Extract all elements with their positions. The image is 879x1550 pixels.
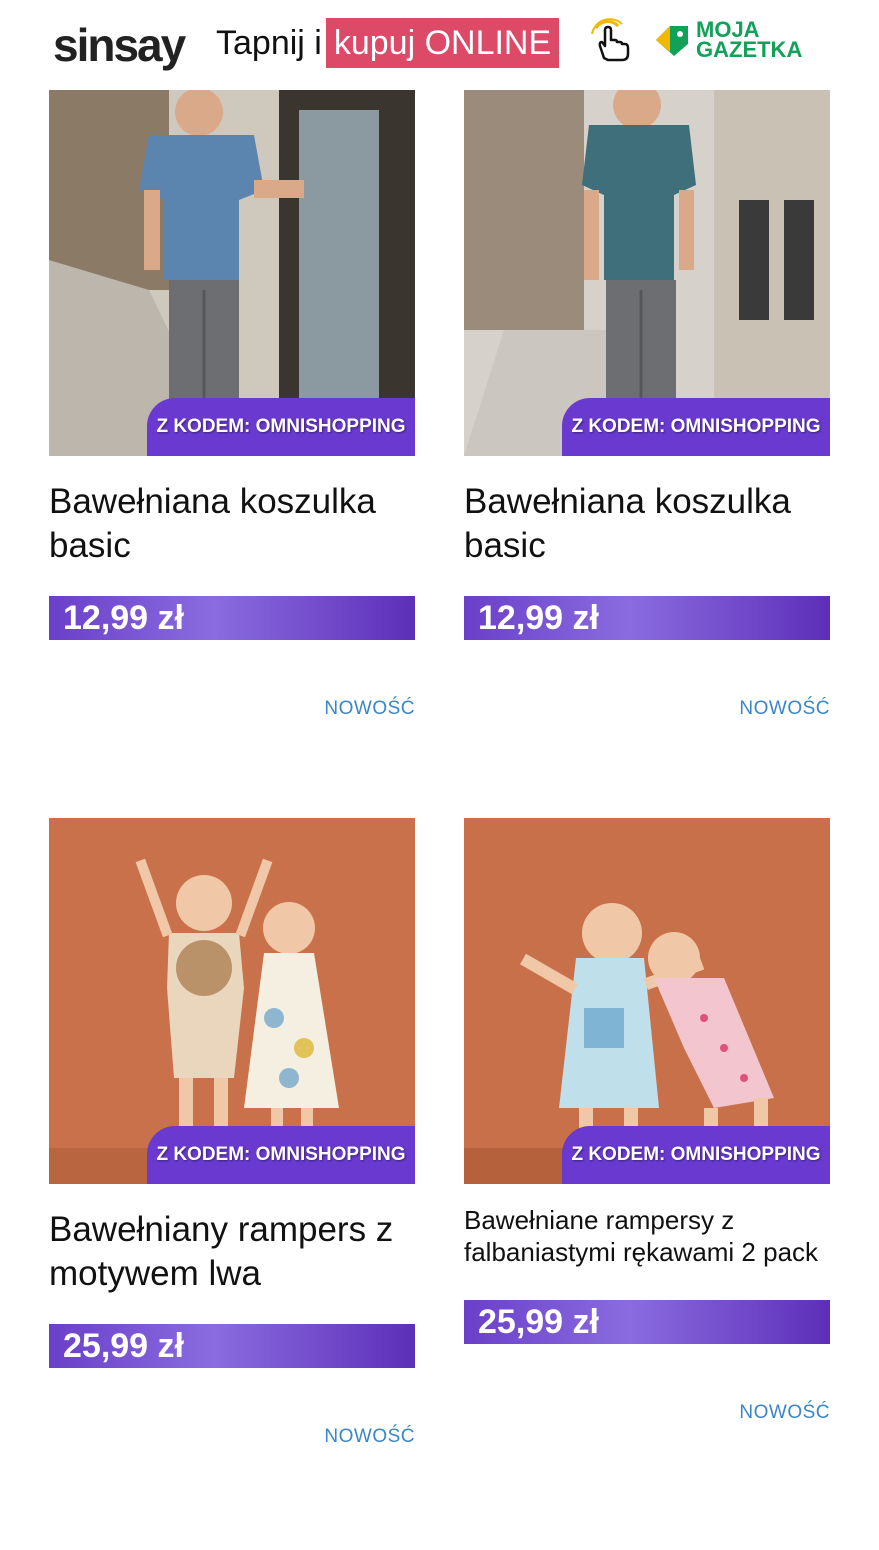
product-image[interactable]: Z KODEM: OMNISHOPPING xyxy=(49,90,415,456)
new-badge: NOWOŚĆ xyxy=(739,698,830,719)
product-image[interactable]: Z KODEM: OMNISHOPPING xyxy=(464,818,830,1184)
brand-line2: GAZETKA xyxy=(696,37,803,62)
product-card[interactable]: Z KODEM: OMNISHOPPING Bawełniany rampers… xyxy=(49,818,415,1448)
price-tag-icon xyxy=(654,22,690,58)
product-title[interactable]: Bawełniane rampersy z falbaniastymi ręka… xyxy=(464,1204,830,1300)
product-price: 25,99 zł xyxy=(464,1300,830,1344)
product-price: 12,99 zł xyxy=(464,596,830,640)
promo-code-badge: Z KODEM: OMNISHOPPING xyxy=(562,398,830,456)
promo-code-badge: Z KODEM: OMNISHOPPING xyxy=(562,1126,830,1184)
moja-gazetka-logo[interactable]: MOJA GAZETKA xyxy=(654,16,802,64)
product-title[interactable]: Bawełniany rampers z motywem lwa xyxy=(49,1208,415,1300)
product-price: 25,99 zł xyxy=(49,1324,415,1368)
product-title[interactable]: Bawełniana koszulka basic xyxy=(49,480,415,572)
tagline[interactable]: Tapnij i kupuj ONLINE xyxy=(216,18,560,68)
tagline-highlight: kupuj ONLINE xyxy=(325,18,560,68)
sinsay-logo[interactable]: sinsay xyxy=(53,20,186,70)
product-image[interactable]: Z KODEM: OMNISHOPPING xyxy=(464,90,830,456)
promo-code-badge: Z KODEM: OMNISHOPPING xyxy=(147,398,415,456)
product-title[interactable]: Bawełniana koszulka basic xyxy=(464,480,830,572)
tagline-plain: Tapnij i xyxy=(216,23,322,62)
product-card[interactable]: Z KODEM: OMNISHOPPING Bawełniana koszulk… xyxy=(49,90,415,720)
new-badge: NOWOŚĆ xyxy=(324,1426,415,1447)
new-badge: NOWOŚĆ xyxy=(739,1402,830,1423)
promo-code-badge: Z KODEM: OMNISHOPPING xyxy=(147,1126,415,1184)
hand-pointer-icon[interactable] xyxy=(588,18,634,64)
product-card[interactable]: Z KODEM: OMNISHOPPING Bawełniane rampers… xyxy=(464,818,830,1424)
product-card[interactable]: Z KODEM: OMNISHOPPING Bawełniana koszulk… xyxy=(464,90,830,720)
product-image[interactable]: Z KODEM: OMNISHOPPING xyxy=(49,818,415,1184)
new-badge: NOWOŚĆ xyxy=(324,698,415,719)
product-price: 12,99 zł xyxy=(49,596,415,640)
header: sinsay Tapnij i kupuj ONLINE MOJA GAZETK… xyxy=(0,0,879,90)
